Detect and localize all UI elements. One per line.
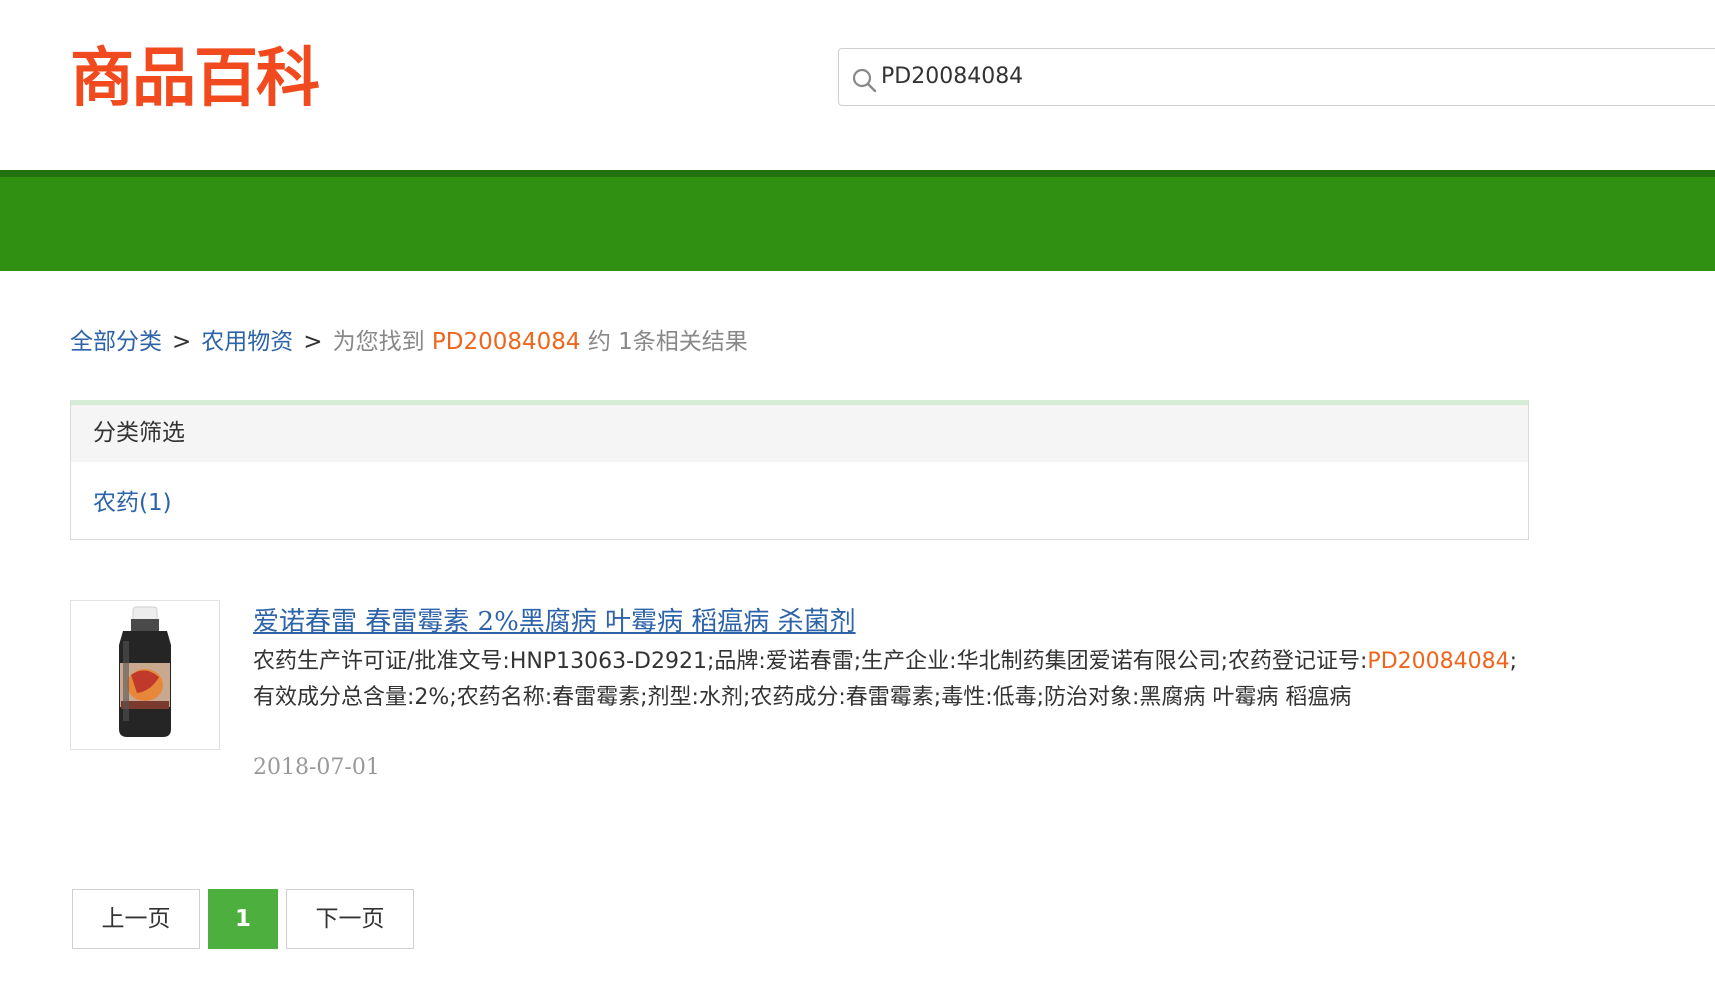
pesticide-bottle-image[interactable] (71, 601, 219, 749)
site-header: 商品百科 (0, 0, 1715, 170)
breadcrumb-root-link[interactable]: 全部分类 (70, 329, 162, 355)
filter-title: 分类筛选 (71, 405, 1528, 462)
current-page-button[interactable]: 1 (208, 889, 278, 949)
result-title-link[interactable]: 爱诺春雷 春雷霉素 2%黑腐病 叶霉病 稻瘟病 杀菌剂 (253, 602, 856, 642)
result-count: 约 1条相关结果 (587, 329, 748, 355)
result-item: 爱诺春雷 春雷霉素 2%黑腐病 叶霉病 稻瘟病 杀菌剂 农药生产许可证/批准文号… (70, 600, 1529, 790)
next-page-button[interactable]: 下一页 (286, 889, 414, 949)
nav-top-line (0, 170, 1715, 177)
description-text: 农药生产许可证/批准文号:HNP13063-D2921;品牌:爱诺春雷;生产企业… (253, 649, 1368, 674)
search-input[interactable] (881, 49, 1681, 105)
result-date: 2018-07-01 (253, 755, 380, 780)
breadcrumb-separator: > (172, 329, 192, 355)
search-box[interactable] (838, 48, 1715, 106)
breadcrumb-category-link[interactable]: 农用物资 (201, 329, 293, 355)
search-icon[interactable] (851, 67, 877, 93)
search-keyword: PD20084084 (431, 329, 581, 355)
prev-page-button[interactable]: 上一页 (72, 889, 200, 949)
nav-bar (0, 177, 1715, 271)
product-thumbnail[interactable] (70, 600, 220, 750)
site-logo[interactable]: 商品百科 (70, 40, 320, 118)
category-filter: 分类筛选 农药(1) (70, 400, 1529, 540)
result-description: 农药生产许可证/批准文号:HNP13063-D2921;品牌:爱诺春雷;生产企业… (253, 644, 1523, 716)
description-keyword: PD20084084 (1367, 649, 1510, 674)
filter-item-pesticide[interactable]: 农药(1) (93, 485, 172, 521)
result-prefix: 为您找到 (332, 329, 425, 355)
breadcrumb: 全部分类 > 农用物资 > 为您找到 PD20084084 约 1条相关结果 (70, 322, 748, 362)
breadcrumb-separator: > (303, 329, 323, 355)
